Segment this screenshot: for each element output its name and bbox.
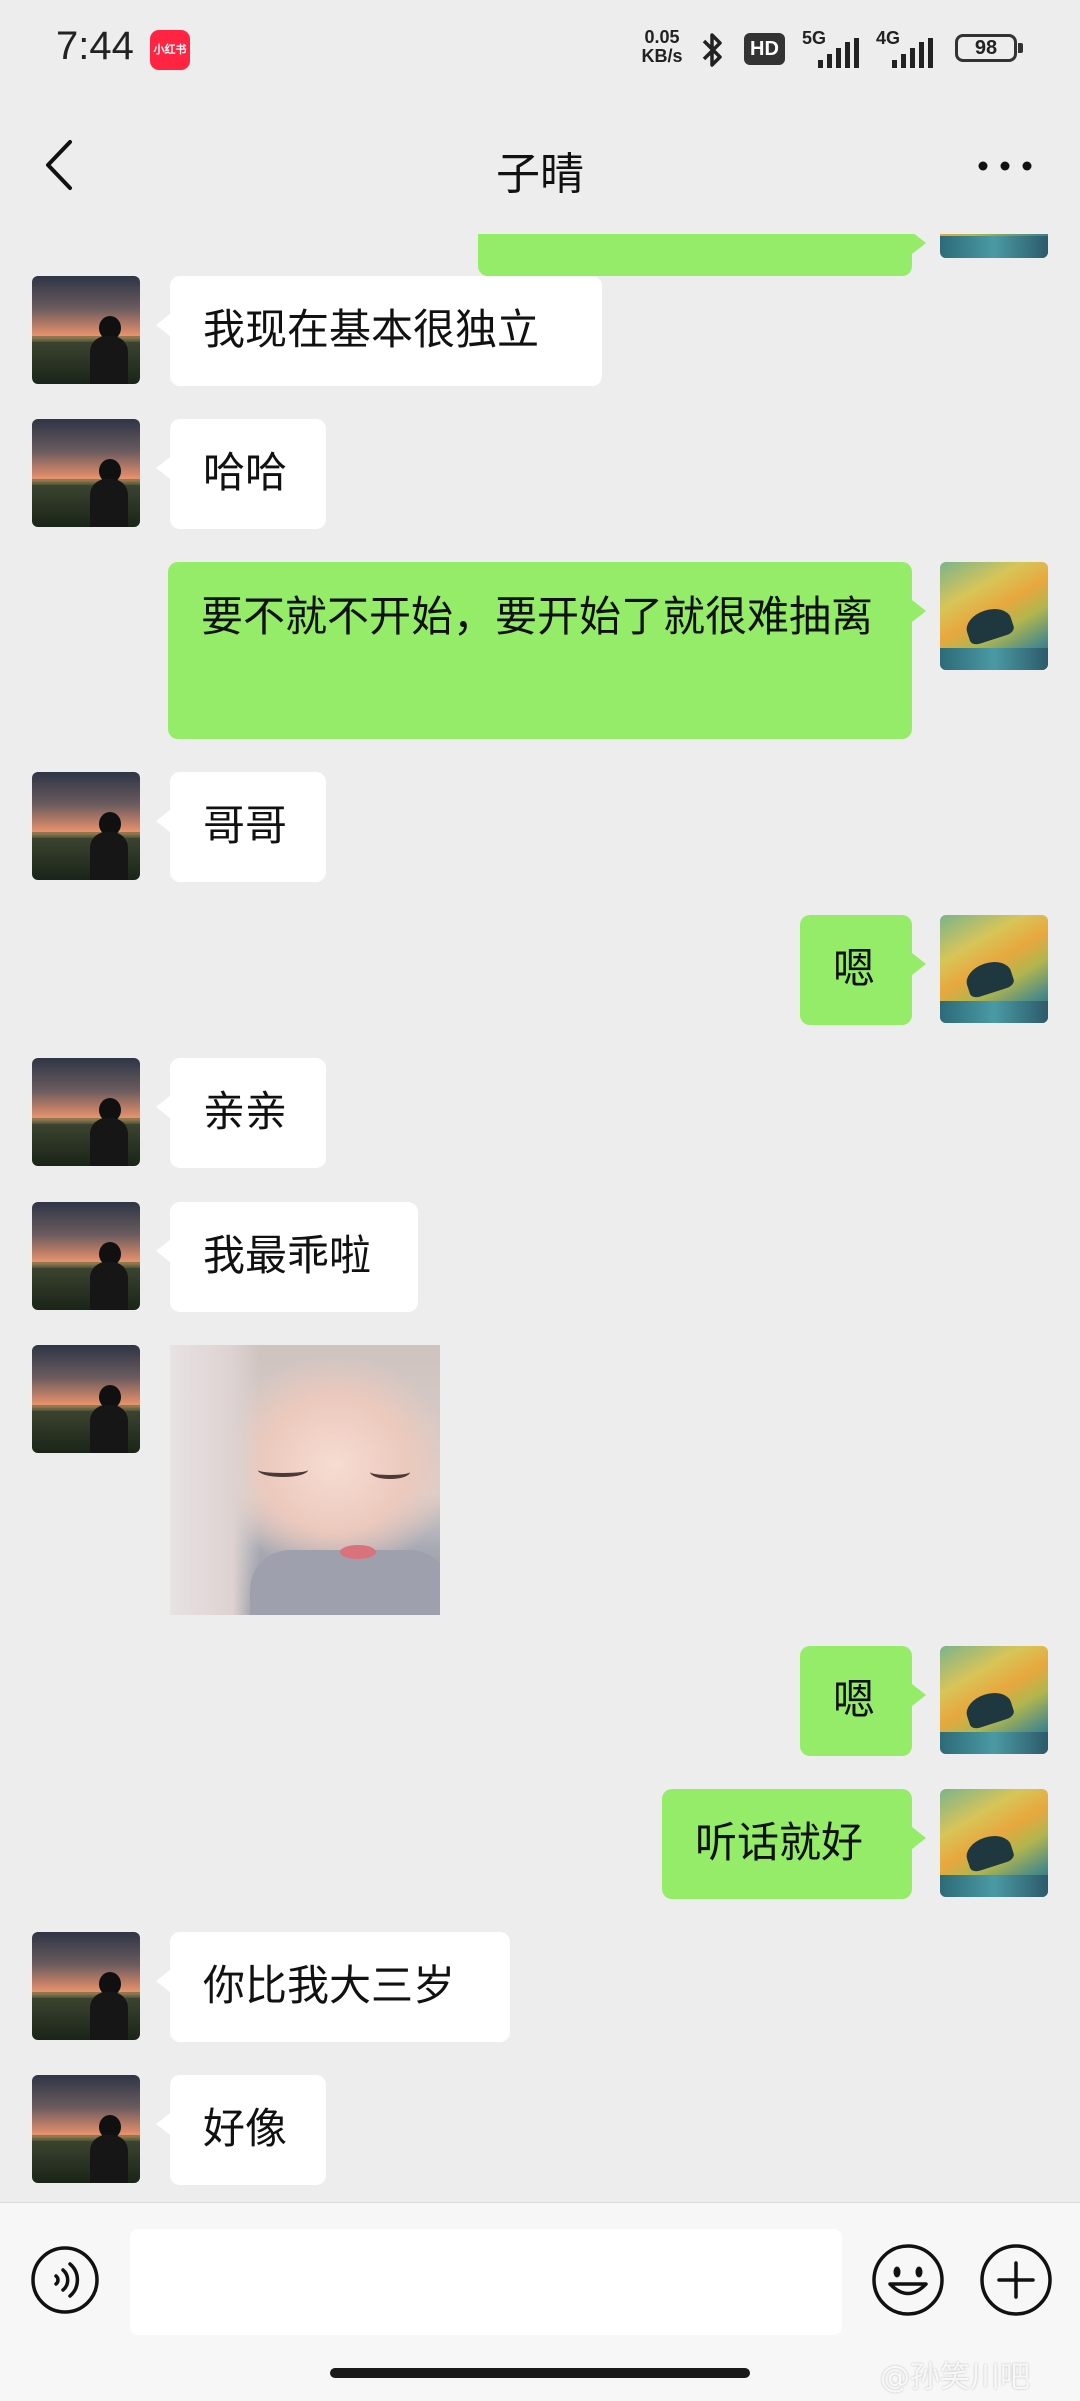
signal-4g-icon: 4G [876, 28, 938, 68]
previous-message-bubble[interactable] [478, 234, 926, 276]
signal-5g-icon: 5G [802, 28, 864, 68]
emoji-icon[interactable] [871, 2243, 945, 2317]
my-avatar[interactable] [940, 1646, 1048, 1754]
my-avatar[interactable] [940, 562, 1048, 670]
contact-avatar[interactable] [32, 276, 140, 384]
plus-icon[interactable] [979, 2243, 1053, 2317]
network-speed: 0.05 KB/s [641, 27, 683, 66]
message-bubble[interactable]: 哈哈 [156, 419, 326, 529]
my-avatar[interactable] [940, 234, 1048, 258]
message-bubble[interactable]: 哥哥 [156, 772, 326, 882]
message-bubble[interactable]: 好像 [156, 2075, 326, 2185]
watermark: @孙笑川吧 [880, 2360, 1030, 2395]
home-indicator[interactable] [330, 2368, 750, 2378]
my-avatar[interactable] [940, 1789, 1048, 1897]
contact-avatar[interactable] [32, 419, 140, 527]
xiaohongshu-app-icon: 小红书 [150, 30, 190, 70]
message-bubble[interactable]: 嗯 [800, 1646, 926, 1756]
contact-avatar[interactable] [32, 2075, 140, 2183]
contact-avatar[interactable] [32, 1345, 140, 1453]
message-bubble[interactable]: 你比我大三岁 [156, 1932, 510, 2042]
chat-header: 子晴 [0, 96, 1080, 234]
message-bubble[interactable]: 我现在基本很独立 [156, 276, 602, 386]
battery-level: 98 [974, 37, 998, 59]
voice-icon[interactable] [30, 2245, 100, 2315]
message-bubble[interactable]: 亲亲 [156, 1058, 326, 1168]
message-input[interactable] [130, 2229, 842, 2335]
my-avatar[interactable] [940, 915, 1048, 1023]
contact-avatar[interactable] [32, 772, 140, 880]
message-list[interactable]: 我现在基本很独立 哈哈 要不就不开始，要开始了就很难抽离 哥哥 嗯 亲亲 我最乖… [0, 234, 1080, 2202]
contact-avatar[interactable] [32, 1932, 140, 2040]
message-bubble[interactable]: 要不就不开始，要开始了就很难抽离 [168, 562, 926, 739]
status-time: 7:44 [56, 24, 134, 68]
contact-avatar[interactable] [32, 1058, 140, 1166]
message-bubble[interactable]: 嗯 [800, 915, 926, 1025]
battery-icon: 98 [955, 34, 1023, 62]
message-bubble[interactable]: 我最乖啦 [156, 1202, 418, 1312]
hd-voice-badge: HD [744, 33, 785, 65]
chat-title: 子晴 [496, 149, 584, 200]
image-message[interactable] [170, 1345, 440, 1615]
message-bubble[interactable]: 听话就好 [662, 1789, 926, 1899]
bluetooth-icon [702, 33, 722, 67]
contact-avatar[interactable] [32, 1202, 140, 1310]
more-dots-icon[interactable] [975, 148, 1035, 184]
status-bar: 7:44 小红书 0.05 KB/s HD 5G 4G 98 [0, 0, 1080, 96]
